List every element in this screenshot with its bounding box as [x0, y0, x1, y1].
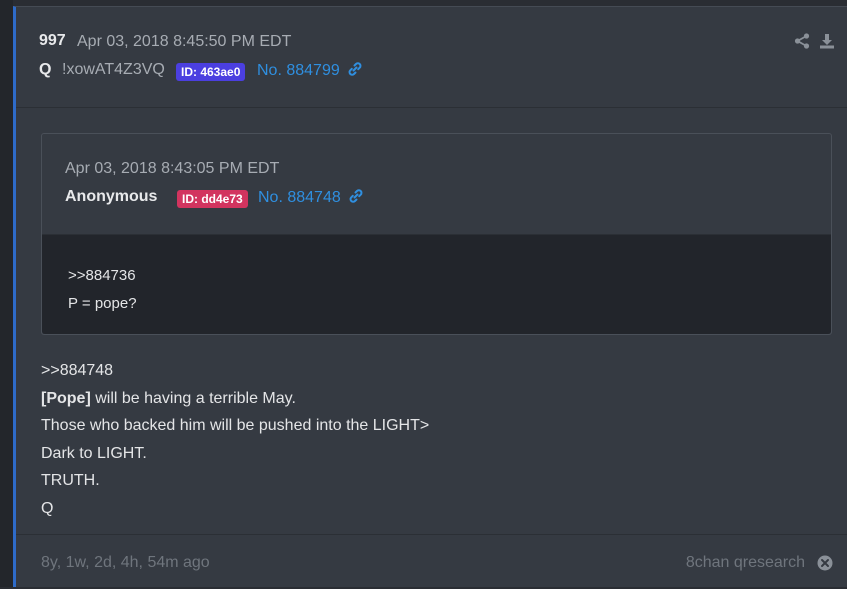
- source-label: 8chan qresearch: [685, 554, 805, 571]
- quoted-post-number-link-label: No. 884748: [258, 189, 341, 206]
- post-body: >>884748 [Pope] will be having a terribl…: [41, 357, 429, 522]
- quoted-post-number-link[interactable]: No. 884748: [258, 188, 364, 209]
- post-number-link-label: No. 884799: [257, 62, 340, 79]
- body-line-3: Dark to LIGHT.: [41, 444, 147, 462]
- link-icon[interactable]: [347, 61, 363, 82]
- reply-reference[interactable]: >>884748: [41, 357, 429, 385]
- quoted-reply-ref[interactable]: >>884736: [68, 262, 137, 290]
- post-tripcode: !xowAT4Z3VQ: [62, 61, 165, 78]
- body-line-1-bold: [Pope]: [41, 389, 91, 407]
- quoted-post-body: >>884736 P = pope?: [42, 235, 831, 334]
- post-id-badge: ID: 463ae0: [176, 63, 246, 81]
- post-footer: 8y, 1w, 2d, 4h, 54m ago 8chan qresearch: [16, 534, 847, 589]
- quoted-post-date: Apr 03, 2018 8:43:05 PM EDT: [65, 160, 280, 177]
- post-date: Apr 03, 2018 8:45:50 PM EDT: [77, 33, 292, 50]
- left-rail: [0, 0, 13, 587]
- quoted-post: Apr 03, 2018 8:43:05 PM EDT Anonymous ID…: [41, 133, 832, 335]
- post-number-link[interactable]: No. 884799: [257, 61, 363, 82]
- quoted-text-line: P = pope?: [68, 295, 137, 312]
- post-header: 997 Apr 03, 2018 8:45:50 PM EDT Q !xowAT…: [16, 7, 847, 108]
- post-author: Q: [39, 61, 52, 78]
- body-line-1-rest: will be having a terrible May.: [90, 389, 296, 407]
- download-icon[interactable]: [819, 33, 835, 54]
- relative-time: 8y, 1w, 2d, 4h, 54m ago: [41, 554, 210, 571]
- quoted-post-header: Apr 03, 2018 8:43:05 PM EDT Anonymous ID…: [42, 134, 831, 235]
- quoted-post-id-badge: ID: dd4e73: [177, 190, 248, 208]
- share-icon[interactable]: [794, 33, 810, 54]
- link-icon[interactable]: [348, 188, 364, 209]
- body-line-1: [Pope] will be having a terrible May.: [41, 385, 429, 413]
- post-number: 997: [39, 32, 66, 49]
- body-line-4: TRUTH.: [41, 472, 100, 489]
- body-line-2: Those who backed him will be pushed into…: [41, 417, 430, 434]
- close-icon[interactable]: [817, 555, 833, 576]
- quoted-post-author: Anonymous: [65, 188, 158, 205]
- body-line-5: Q: [41, 499, 54, 517]
- post-card: 997 Apr 03, 2018 8:45:50 PM EDT Q !xowAT…: [13, 6, 847, 587]
